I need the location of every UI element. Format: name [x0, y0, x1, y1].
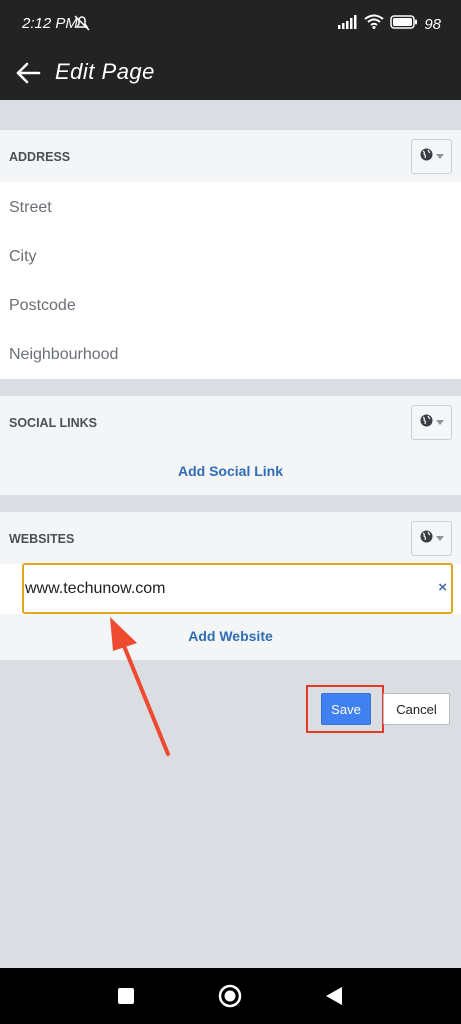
address-section-header: ADDRESS	[0, 130, 461, 182]
address-privacy-selector[interactable]	[411, 139, 452, 174]
cancel-button[interactable]: Cancel	[383, 693, 450, 725]
clear-icon[interactable]: ×	[438, 579, 447, 596]
app-bar: Edit Page	[0, 48, 461, 100]
social-links-section-header: SOCIAL LINKS	[0, 396, 461, 448]
globe-icon	[420, 148, 433, 166]
page-title: Edit Page	[55, 59, 155, 84]
address-title: ADDRESS	[9, 150, 71, 164]
chevron-down-icon	[435, 536, 444, 541]
social-links-title: SOCIAL LINKS	[9, 416, 97, 430]
street-field[interactable]: Street	[9, 199, 52, 217]
wifi-icon	[364, 14, 384, 34]
add-website-button[interactable]: Add Website	[188, 628, 273, 644]
postcode-field[interactable]: Postcode	[9, 297, 76, 315]
address-fields: Street City Postcode Neighbourhood	[0, 182, 461, 379]
add-social-link-button[interactable]: Add Social Link	[178, 463, 283, 479]
back-icon[interactable]	[325, 986, 343, 1011]
chevron-down-icon	[435, 420, 444, 425]
signal-icon	[338, 14, 358, 34]
globe-icon	[420, 530, 433, 548]
add-website-row: Add Website	[0, 614, 461, 660]
battery-level: 98	[424, 15, 441, 33]
websites-privacy-selector[interactable]	[411, 521, 452, 556]
system-nav-bar	[0, 968, 461, 1024]
add-social-link-row: Add Social Link	[0, 448, 461, 495]
website-input[interactable]	[24, 565, 419, 612]
website-field[interactable]: ×	[22, 563, 453, 614]
recents-icon[interactable]	[118, 988, 134, 1009]
status-time: 2:12 PM	[22, 15, 78, 32]
chevron-down-icon	[435, 154, 444, 159]
status-bar: 2:12 PM 98	[0, 0, 461, 48]
social-links-privacy-selector[interactable]	[411, 405, 452, 440]
websites-section-header: WEBSITES	[0, 512, 461, 564]
globe-icon	[420, 414, 433, 432]
city-field[interactable]: City	[9, 248, 37, 266]
annotation-arrow	[110, 617, 170, 756]
battery-icon	[390, 14, 418, 34]
neighbourhood-field[interactable]: Neighbourhood	[9, 346, 118, 364]
back-arrow-icon[interactable]	[14, 59, 42, 92]
websites-title: WEBSITES	[9, 532, 75, 546]
mute-icon	[72, 13, 92, 38]
home-icon[interactable]	[218, 984, 242, 1013]
save-button[interactable]: Save	[321, 693, 371, 725]
